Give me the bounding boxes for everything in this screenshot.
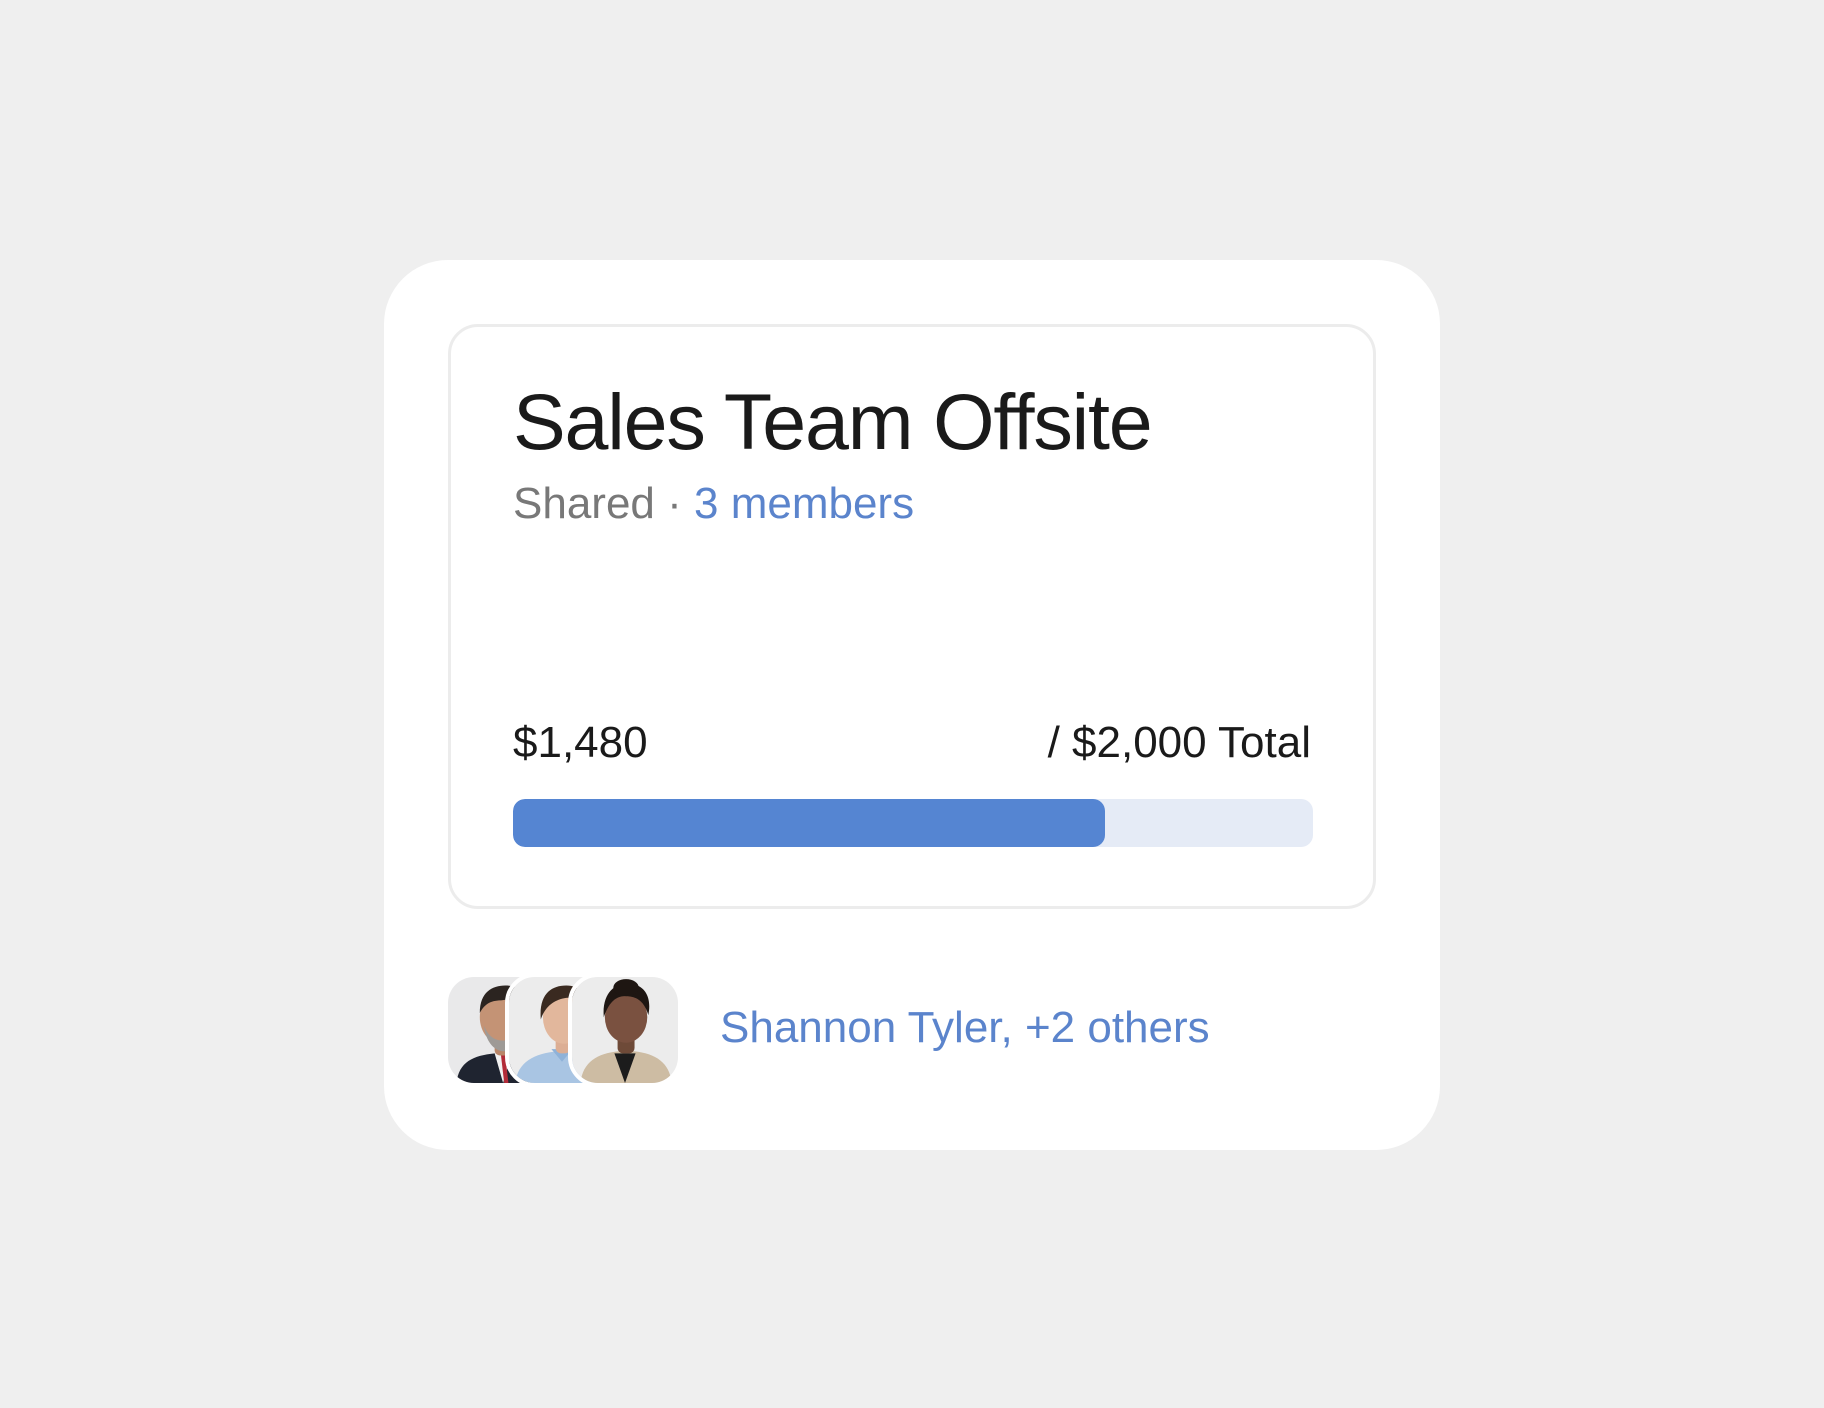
budget-progress-fill [513, 799, 1105, 847]
card-subtitle: Shared · 3 members [513, 478, 914, 531]
card-title: Sales Team Offsite [513, 377, 1153, 466]
sharing-status: Shared [513, 479, 655, 528]
budget-card: Sales Team Offsite Shared · 3 members $1… [384, 260, 1440, 1150]
member-avatars[interactable] [444, 973, 698, 1087]
avatar[interactable] [568, 973, 682, 1087]
budget-summary-panel[interactable]: Sales Team Offsite Shared · 3 members $1… [448, 324, 1376, 909]
amount-spent: $1,480 [513, 718, 648, 767]
members-summary-link[interactable]: Shannon Tyler, +2 others [720, 1002, 1210, 1055]
amount-total: / $2,000 Total [1047, 718, 1311, 767]
avatar-woman-beige-jacket-icon [572, 977, 678, 1083]
subtitle-separator: · [667, 479, 682, 528]
members-link[interactable]: 3 members [694, 479, 914, 528]
budget-progress-bar [513, 799, 1313, 847]
